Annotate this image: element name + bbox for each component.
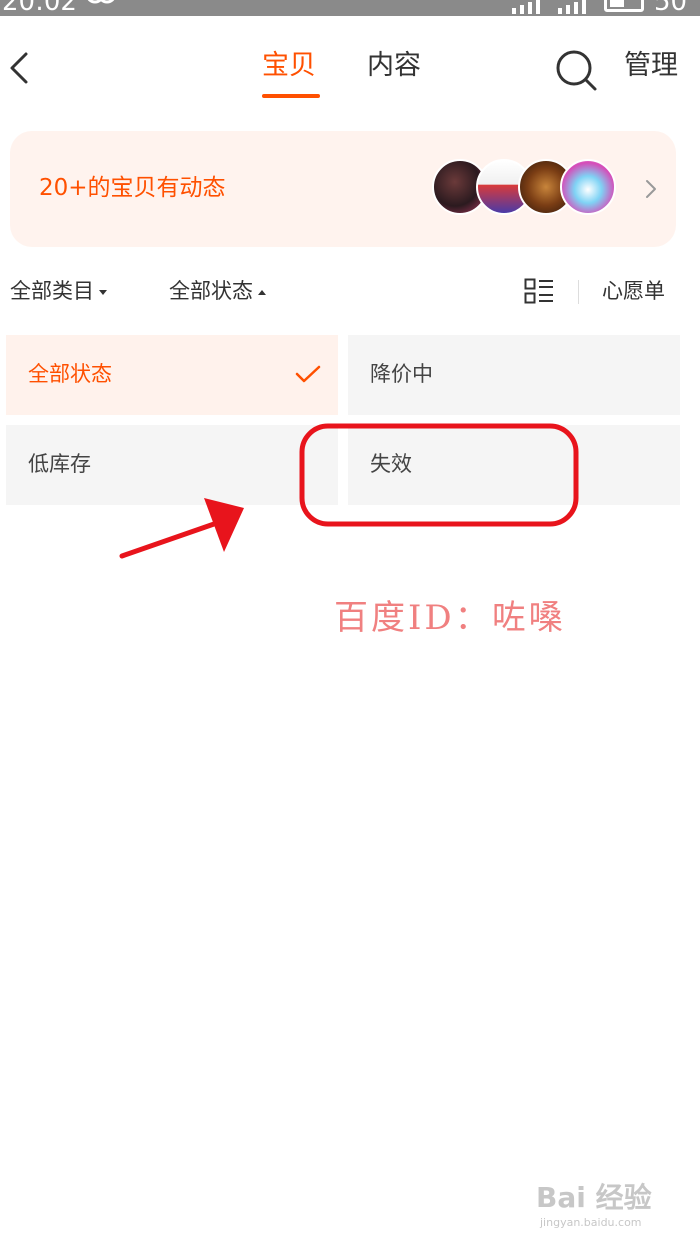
search-icon[interactable] (554, 48, 598, 92)
status-time: 20:02 (2, 0, 77, 16)
status-option-label: 降价中 (370, 362, 433, 386)
active-tab-indicator (262, 94, 320, 98)
chevron-right-icon (646, 180, 656, 198)
link-icon (87, 0, 115, 4)
banner-text: 20+的宝贝有动态 (39, 175, 226, 201)
filter-bar: 全部类目 全部状态 心愿单 (0, 270, 700, 314)
watermark-url: jingyan.baidu.com (540, 1216, 642, 1229)
caret-down-icon (99, 289, 107, 295)
status-option-label: 低库存 (28, 452, 91, 476)
status-filter-label: 全部状态 (169, 279, 253, 303)
back-chevron-icon[interactable] (6, 48, 36, 88)
status-option-label: 全部状态 (28, 362, 112, 386)
caret-up-icon (258, 289, 266, 295)
check-icon (295, 365, 321, 383)
signal-icon (558, 0, 586, 14)
wishlist-button[interactable]: 心愿单 (602, 274, 665, 308)
product-thumbnail (560, 159, 616, 215)
list-layout-icon[interactable] (524, 278, 554, 304)
category-filter-label: 全部类目 (10, 279, 94, 303)
arrow-shaft (119, 521, 217, 559)
status-filter[interactable]: 全部状态 (169, 274, 266, 308)
watermark-logo-text: Bai 经验 (536, 1181, 652, 1214)
filter-divider (578, 280, 579, 304)
arrow-head (204, 498, 244, 552)
status-bar: 20:02 50 (0, 0, 700, 16)
battery-percent: 50 (654, 0, 688, 16)
manage-button[interactable]: 管理 (624, 48, 678, 84)
battery-icon (604, 0, 644, 12)
signal-icon (512, 0, 540, 14)
status-option-invalid[interactable]: 失效 (348, 425, 680, 505)
dynamic-products-banner[interactable]: 20+的宝贝有动态 (10, 131, 676, 247)
annotation-author-text: 百度ID：咗嗓 (334, 598, 566, 638)
top-nav: 宝贝 内容 管理 (0, 30, 700, 106)
tab-content[interactable]: 内容 (367, 48, 421, 84)
baidu-jingyan-watermark: Bai 经验 jingyan.baidu.com (536, 1180, 666, 1236)
status-option-label: 失效 (370, 452, 412, 476)
status-option-all[interactable]: 全部状态 (6, 335, 338, 415)
status-option-low-stock[interactable]: 低库存 (6, 425, 338, 505)
tab-baobei[interactable]: 宝贝 (262, 48, 316, 84)
status-option-price-drop[interactable]: 降价中 (348, 335, 680, 415)
category-filter[interactable]: 全部类目 (10, 274, 107, 308)
